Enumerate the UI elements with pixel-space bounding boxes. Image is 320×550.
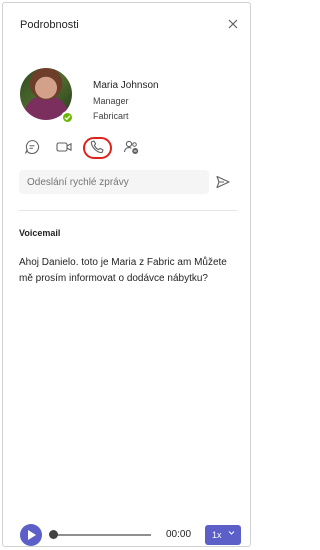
contact-name: Maria Johnson — [93, 80, 159, 91]
chat-icon[interactable] — [22, 137, 42, 157]
video-icon[interactable] — [54, 137, 74, 157]
playback-speed-dropdown[interactable]: 1x — [205, 525, 241, 545]
play-button[interactable] — [20, 524, 42, 546]
close-icon[interactable] — [226, 17, 240, 31]
call-highlight-ring — [83, 137, 112, 159]
voicemail-transcript: Ahoj Danielo. toto je Maria z Fabric am … — [19, 257, 227, 284]
panel-title: Podrobnosti — [20, 19, 79, 31]
presence-available-icon — [61, 111, 74, 124]
seek-bar[interactable] — [51, 534, 151, 536]
divider — [19, 210, 237, 211]
quick-message-input[interactable] — [19, 170, 209, 194]
people-settings-icon[interactable] — [121, 137, 141, 157]
playback-speed-label: 1x — [212, 530, 222, 540]
contact-role: Manager — [93, 96, 129, 106]
send-icon[interactable] — [215, 174, 231, 190]
chevron-down-icon — [228, 531, 235, 535]
voicemail-title: Voicemail — [19, 228, 61, 238]
seek-thumb[interactable] — [49, 530, 58, 539]
contact-company: Fabricart — [93, 111, 129, 121]
details-panel: Podrobnosti Maria Johnson Manager Fabric… — [2, 2, 251, 547]
playback-time: 00:00 — [166, 529, 192, 540]
